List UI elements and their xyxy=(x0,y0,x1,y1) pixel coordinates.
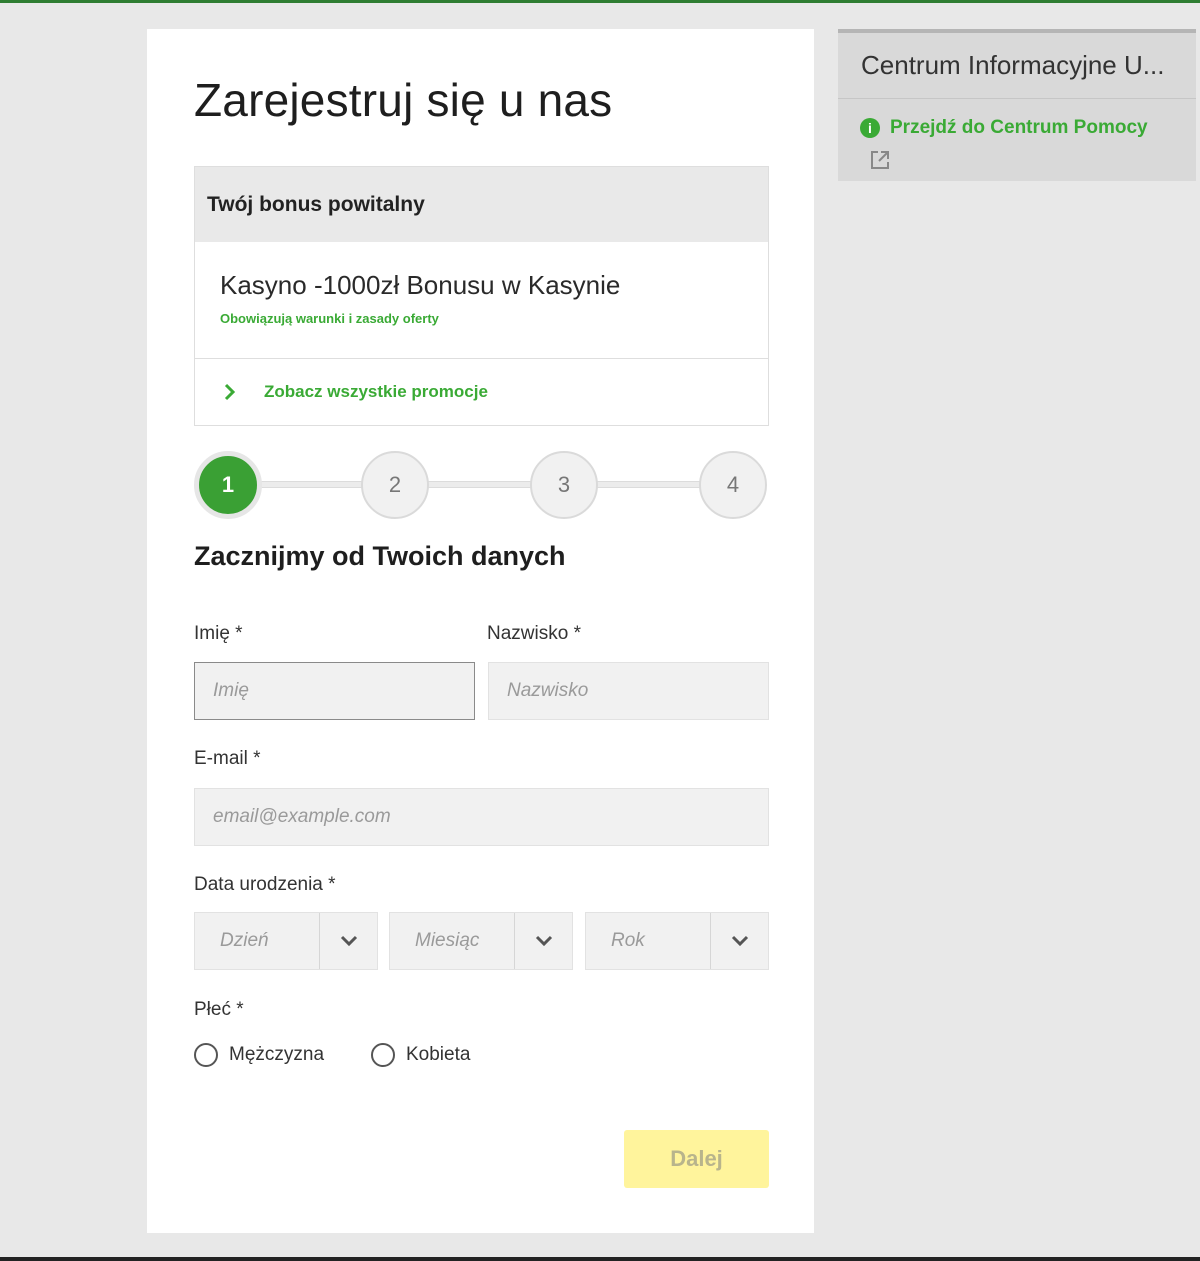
stepper-track xyxy=(224,481,739,488)
step-3: 3 xyxy=(530,451,598,519)
birth-day-select[interactable]: Dzień xyxy=(194,912,378,970)
all-promotions-link[interactable]: Zobacz wszystkie promocje xyxy=(195,359,768,425)
bonus-offer: Kasyno -1000zł Bonusu w Kasynie Obowiązu… xyxy=(195,242,768,359)
page-title: Zarejestruj się u nas xyxy=(194,74,613,126)
step-1: 1 xyxy=(194,451,262,519)
last-name-label: Nazwisko * xyxy=(487,623,581,644)
chevron-down-icon xyxy=(515,913,572,969)
gender-female-option[interactable]: Kobieta xyxy=(371,1043,470,1067)
first-name-label: Imię * xyxy=(194,623,243,644)
help-center-label: Przejdź do Centrum Pomocy xyxy=(890,117,1148,138)
registration-stepper: 1 2 3 4 xyxy=(194,449,769,519)
birth-year-value: Rok xyxy=(586,913,711,969)
external-link-icon[interactable] xyxy=(869,149,891,171)
last-name-input[interactable] xyxy=(488,662,769,720)
section-title: Zacznijmy od Twoich danych xyxy=(194,541,566,571)
birth-month-value: Miesiąc xyxy=(390,913,515,969)
gender-female-label: Kobieta xyxy=(406,1044,471,1065)
top-accent-bar xyxy=(0,0,1200,3)
chevron-down-icon xyxy=(711,913,768,969)
gender-label: Płeć * xyxy=(194,999,244,1020)
birth-year-select[interactable]: Rok xyxy=(585,912,769,970)
bonus-name: Kasyno -1000zł Bonusu w Kasynie xyxy=(220,270,621,300)
info-circle-icon: i xyxy=(860,118,880,138)
step-4: 4 xyxy=(699,451,767,519)
bonus-header: Twój bonus powitalny xyxy=(195,167,768,242)
gender-male-label: Mężczyzna xyxy=(229,1044,325,1065)
birth-month-select[interactable]: Miesiąc xyxy=(389,912,573,970)
gender-female-radio[interactable] xyxy=(371,1043,395,1067)
step-2: 2 xyxy=(361,451,429,519)
help-center-link[interactable]: i Przejdź do Centrum Pomocy xyxy=(860,117,1148,139)
gender-male-radio[interactable] xyxy=(194,1043,218,1067)
all-promotions-label: Zobacz wszystkie promocje xyxy=(264,382,488,401)
info-center-panel: Centrum Informacyjne U... i Przejdź do C… xyxy=(838,29,1196,181)
birth-date-label: Data urodzenia * xyxy=(194,874,336,895)
info-center-title: Centrum Informacyjne U... xyxy=(838,33,1196,99)
first-name-input[interactable] xyxy=(194,662,475,720)
registration-card: Zarejestruj się u nas Twój bonus powital… xyxy=(147,29,814,1233)
gender-male-option[interactable]: Mężczyzna xyxy=(194,1043,324,1067)
bottom-border xyxy=(0,1257,1200,1261)
bonus-terms-link[interactable]: Obowiązują warunki i zasady oferty xyxy=(220,311,768,326)
chevron-down-icon xyxy=(320,913,377,969)
welcome-bonus-box: Twój bonus powitalny Kasyno -1000zł Bonu… xyxy=(194,166,769,426)
birth-day-value: Dzień xyxy=(195,913,320,969)
email-input[interactable] xyxy=(194,788,769,846)
chevron-right-icon xyxy=(220,382,240,402)
next-button[interactable]: Dalej xyxy=(624,1130,769,1188)
email-label: E-mail * xyxy=(194,748,261,769)
